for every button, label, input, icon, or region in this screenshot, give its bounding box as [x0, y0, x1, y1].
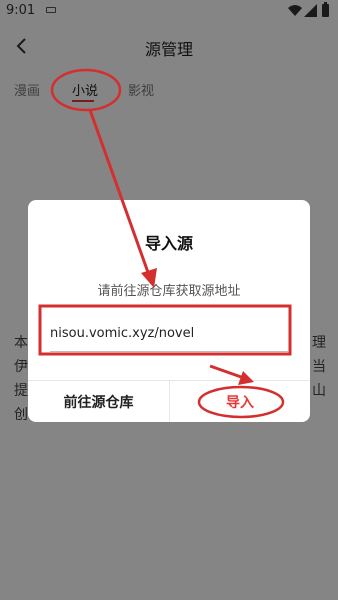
source-url-input[interactable]: [44, 313, 294, 353]
import-source-dialog: 导入源 请前往源仓库获取源地址 前往源仓库 导入: [28, 200, 310, 422]
import-button[interactable]: 导入: [170, 381, 310, 422]
input-underline: [50, 351, 288, 352]
dialog-title: 导入源: [144, 234, 193, 253]
goto-repository-button[interactable]: 前往源仓库: [28, 381, 169, 422]
dialog-subtitle: 请前往源仓库获取源地址: [97, 284, 241, 299]
